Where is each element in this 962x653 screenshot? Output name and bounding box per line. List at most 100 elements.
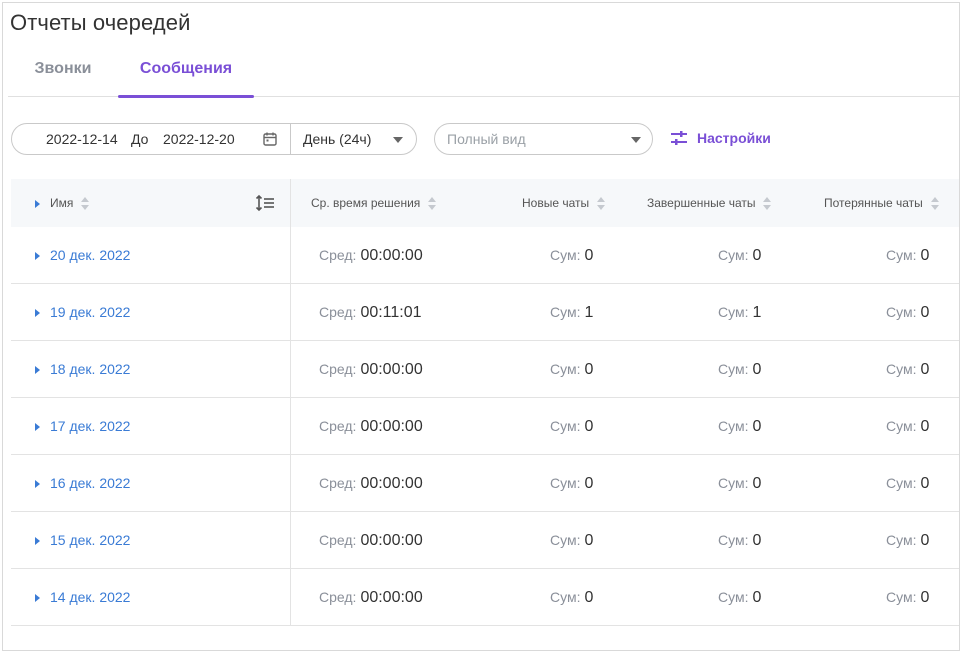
tab-calls[interactable]: Звонки [8,51,118,97]
sort-icon[interactable] [763,196,772,211]
table-row: 18 дек. 2022 Сред: 00:00:00 Сум: 0 Сум: 0 С… [11,341,959,398]
avg-value: 00:00:00 [360,247,423,264]
sum-prefix: Сум: [550,361,581,377]
row-date-link[interactable]: 16 дек. 2022 [35,455,130,511]
new-value: 0 [584,532,594,549]
sum-prefix: Сум: [886,304,917,320]
avg-prefix: Сред: [319,532,357,548]
done-value: 0 [752,532,762,549]
table-header: Имя Ср. время решения Новые чаты Заверше… [11,179,959,227]
date-to[interactable]: 2022-12-20 [163,131,235,147]
expand-icon[interactable] [35,480,40,489]
calendar-icon[interactable] [262,131,278,147]
table-row: 19 дек. 2022 Сред: 00:11:01 Сум: 1 Сум: 1 С… [11,284,959,341]
done-value: 0 [752,361,762,378]
row-date-link[interactable]: 17 дек. 2022 [35,398,130,454]
done-cell: Сум: 0 [718,512,761,568]
lost-value: 0 [920,418,930,435]
column-header-done[interactable]: Завершенные чаты [647,179,772,227]
column-header-name[interactable]: Имя [35,179,90,227]
sort-icon[interactable] [428,196,437,211]
sort-icon[interactable] [81,196,90,211]
new-value: 0 [584,361,594,378]
lost-cell: Сум: 0 [886,569,929,625]
sort-icon[interactable] [597,196,606,211]
sum-prefix: Сум: [550,475,581,491]
row-date-link[interactable]: 18 дек. 2022 [35,341,130,397]
column-header-new[interactable]: Новые чаты [522,179,606,227]
period-select[interactable]: День (24ч) [303,131,371,147]
row-date[interactable]: 15 дек. 2022 [50,532,130,548]
avg-prefix: Сред: [319,247,357,263]
avg-value: 00:00:00 [360,361,423,378]
lost-cell: Сум: 0 [886,227,929,283]
row-date-link[interactable]: 20 дек. 2022 [35,227,130,283]
done-cell: Сум: 0 [718,398,761,454]
new-cell: Сум: 0 [550,512,593,568]
expand-icon[interactable] [35,594,40,603]
row-date[interactable]: 18 дек. 2022 [50,361,130,377]
divider [290,124,291,154]
row-date[interactable]: 16 дек. 2022 [50,475,130,491]
lost-cell: Сум: 0 [886,341,929,397]
done-value: 0 [752,418,762,435]
sum-prefix: Сум: [886,532,917,548]
date-to-label: До [131,131,149,147]
sum-prefix: Сум: [718,247,749,263]
avg-value: 00:00:00 [360,532,423,549]
lost-value: 0 [920,532,930,549]
lost-value: 0 [920,589,930,606]
column-header-new-label: Новые чаты [522,196,590,210]
done-value: 1 [752,304,762,321]
row-date-link[interactable]: 14 дек. 2022 [35,569,130,625]
sum-prefix: Сум: [886,418,917,434]
sum-prefix: Сум: [886,361,917,377]
row-date[interactable]: 14 дек. 2022 [50,589,130,605]
date-range-picker[interactable]: 2022-12-14 До 2022-12-20 День (24ч) [11,123,417,155]
row-date[interactable]: 20 дек. 2022 [50,247,130,263]
column-header-name-label: Имя [50,196,74,210]
expand-icon[interactable] [35,366,40,375]
lost-cell: Сум: 0 [886,398,929,454]
sum-prefix: Сум: [550,589,581,605]
done-cell: Сум: 0 [718,227,761,283]
date-from[interactable]: 2022-12-14 [46,131,118,147]
row-date-link[interactable]: 19 дек. 2022 [35,284,130,340]
sum-prefix: Сум: [550,247,581,263]
sum-prefix: Сум: [886,247,917,263]
new-cell: Сум: 0 [550,455,593,511]
expand-icon[interactable] [35,423,40,432]
lost-value: 0 [920,361,930,378]
sum-prefix: Сум: [718,532,749,548]
expand-icon[interactable] [35,309,40,318]
chevron-down-icon[interactable] [631,137,641,143]
expand-all-icon[interactable] [35,199,40,208]
chevron-down-icon[interactable] [393,137,403,143]
row-density-icon[interactable] [255,194,275,212]
table-row: 16 дек. 2022 Сред: 00:00:00 Сум: 0 Сум: 0 С… [11,455,959,512]
avg-value: 00:00:00 [360,589,423,606]
avg-cell: Сред: 00:00:00 [319,569,423,625]
new-cell: Сум: 0 [550,398,593,454]
expand-icon[interactable] [35,252,40,261]
column-header-avg[interactable]: Ср. время решения [311,179,437,227]
avg-prefix: Сред: [319,589,357,605]
new-value: 0 [584,418,594,435]
new-value: 0 [584,475,594,492]
done-value: 0 [752,475,762,492]
row-date[interactable]: 17 дек. 2022 [50,418,130,434]
settings-label: Настройки [697,130,771,146]
column-header-lost[interactable]: Потерянные чаты [824,179,940,227]
view-select[interactable]: Полный вид [434,123,653,155]
done-cell: Сум: 1 [718,284,761,340]
expand-icon[interactable] [35,537,40,546]
row-date-link[interactable]: 15 дек. 2022 [35,512,130,568]
tab-messages[interactable]: Сообщения [118,51,254,98]
avg-value: 00:00:00 [360,418,423,435]
table-row: 15 дек. 2022 Сред: 00:00:00 Сум: 0 Сум: 0 С… [11,512,959,569]
new-value: 0 [584,589,594,606]
avg-cell: Сред: 00:00:00 [319,398,423,454]
avg-prefix: Сред: [319,361,357,377]
sort-icon[interactable] [930,196,940,211]
row-date[interactable]: 19 дек. 2022 [50,304,130,320]
